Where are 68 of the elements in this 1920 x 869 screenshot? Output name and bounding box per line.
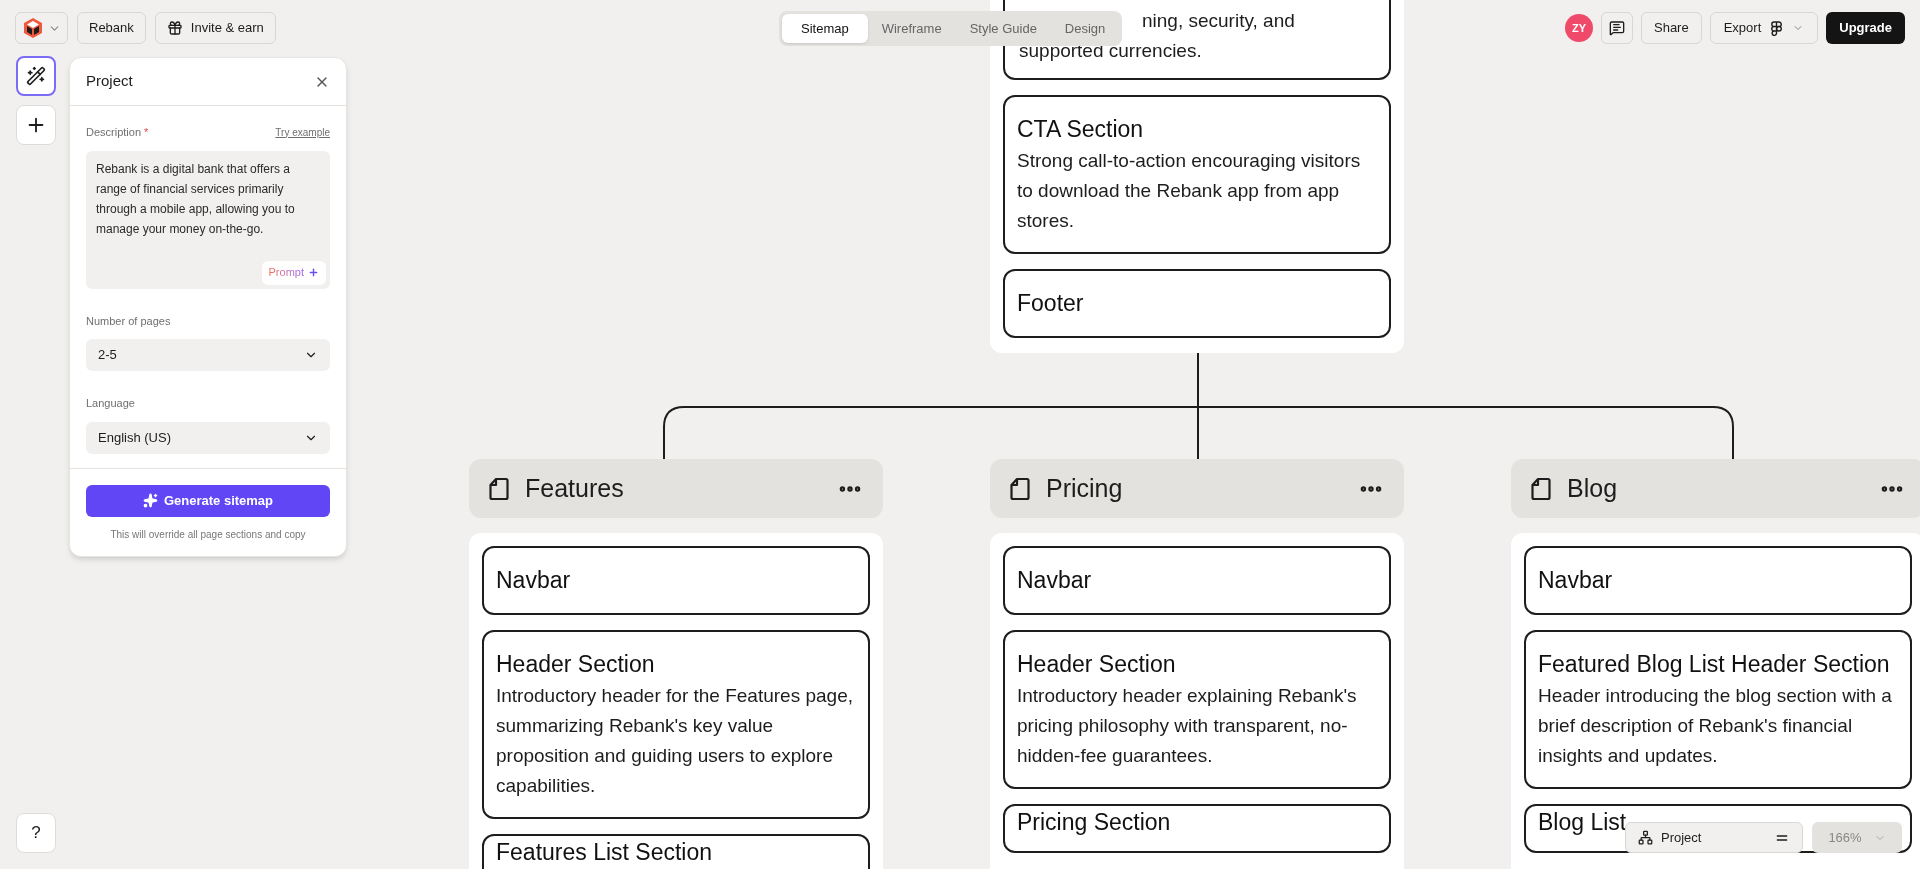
panel-title: Project [86, 71, 133, 92]
section-title: Navbar [1017, 566, 1093, 595]
description-field[interactable]: Rebank is a digital bank that offers a range of financial services primarily through a mobile app, allowing you to manage your money on-the-go. Prompt [86, 150, 330, 289]
section-description: Strong call-to-action encouraging visitors to download the Rebank app from app stores. [1017, 149, 1362, 233]
section-card[interactable]: CTA Section Strong call-to-action encouraging visitors to download the Rebank app from app stores. [1003, 95, 1391, 254]
field-label: Description * [86, 125, 149, 140]
comment-icon [1609, 20, 1625, 36]
sparkles-icon [142, 493, 158, 508]
export-button[interactable]: Export [1709, 12, 1819, 44]
comments-button[interactable] [1601, 12, 1633, 44]
cube-logo-icon [22, 17, 44, 39]
help-button[interactable]: ? [16, 813, 56, 853]
section-title: Features List Section [496, 839, 714, 865]
page-header[interactable]: Features [469, 459, 883, 518]
invite-button[interactable]: Invite & earn [154, 12, 276, 44]
page-header[interactable]: Blog [1511, 459, 1920, 518]
section-title: Footer [1017, 289, 1085, 318]
section-title: Navbar [496, 566, 572, 595]
view-tab[interactable]: Sitemap [782, 14, 868, 43]
section-description-line: ning, security, and [1142, 9, 1295, 33]
field-label: Language [86, 396, 136, 411]
generate-sitemap-button[interactable]: Generate sitemap [86, 484, 330, 517]
field-label: Number of pages [86, 313, 172, 329]
design-tool-icon [1771, 20, 1783, 36]
document-icon [489, 476, 509, 501]
gift-icon [166, 20, 183, 36]
section-title: CTA Section [1017, 115, 1145, 144]
section-card[interactable]: Footer [1003, 269, 1391, 338]
section-card[interactable]: Header Section Introductory header explaining Rebank's pricing philosophy with transparent, no-hidden-fee guarantees. [1003, 630, 1391, 789]
magic-wand-icon [26, 66, 46, 86]
page-title: Features [525, 472, 625, 504]
section-title: Featured Blog List Header Section [1538, 650, 1891, 679]
section-card[interactable]: Features List Section [482, 834, 870, 869]
section-card[interactable]: Navbar [1524, 546, 1912, 615]
section-title: Header Section [1017, 650, 1177, 679]
sparkle-plus-icon [308, 267, 319, 278]
section-title: Pricing Section [1017, 809, 1172, 835]
section-card[interactable]: Pricing Section [1003, 804, 1391, 853]
page-title: Pricing [1046, 472, 1124, 504]
try-example-link[interactable]: Try example [275, 124, 330, 140]
logo-menu-button[interactable] [15, 12, 68, 44]
section-description: Introductory header for the Features page, summarizing Rebank's key value proposition and guiding users to explore capabilities. [496, 684, 854, 798]
section-title: Navbar [1538, 566, 1614, 595]
page-header[interactable]: Pricing [990, 459, 1404, 518]
upgrade-button[interactable]: Upgrade [1826, 12, 1905, 44]
ai-edit-button[interactable] [16, 56, 56, 96]
override-note: This will override all page sections and copy [110, 527, 306, 542]
project-name-button[interactable]: Rebank [77, 12, 146, 44]
document-icon [1531, 476, 1551, 501]
language-select[interactable]: English (US) [86, 421, 330, 454]
page-title: Blog [1567, 472, 1619, 504]
section-title: Header Section [496, 650, 656, 679]
document-icon [1010, 476, 1030, 501]
add-button[interactable] [16, 105, 56, 145]
sitemap-icon [1638, 830, 1653, 845]
pages-select[interactable]: 2-5 [86, 339, 330, 371]
view-switcher[interactable]: Project [1625, 822, 1803, 853]
description-text: Rebank is a digital bank that offers a range of financial services primarily through a mobile app, allowing you to manage your money on-the-go. [96, 160, 296, 238]
section-description: Introductory header explaining Rebank's pricing philosophy with transparent, no-hidden-fee guarantees. [1017, 684, 1358, 768]
user-avatar[interactable]: ZY [1565, 14, 1593, 42]
view-tab[interactable]: Wireframe [867, 14, 956, 43]
share-button[interactable]: Share [1641, 12, 1702, 44]
section-card[interactable]: Featured Blog List Header Section Header introducing the blog section with a brief description of Rebank's financial insights and updates. [1524, 630, 1912, 789]
section-card[interactable]: Header Section Introductory header for the Features page, summarizing Rebank's key value proposition and guiding users to explore capabilities. [482, 630, 870, 819]
section-card[interactable]: Navbar [482, 546, 870, 615]
section-title: Blog List [1538, 809, 1628, 835]
section-description: Header introducing the blog section with a brief description of Rebank's financial insights and updates. [1538, 684, 1893, 768]
section-card[interactable]: Navbar [1003, 546, 1391, 615]
